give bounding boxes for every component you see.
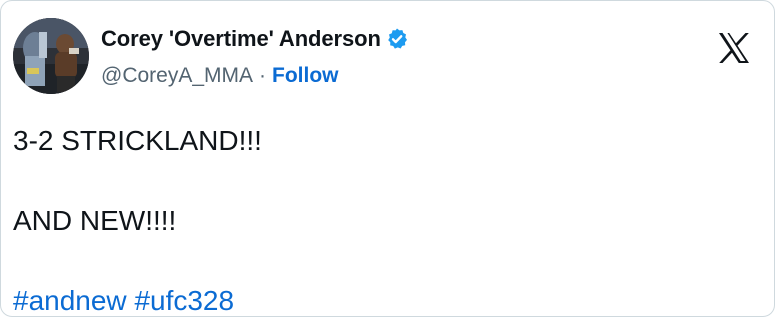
author-display-name[interactable]: Corey 'Overtime' Anderson — [101, 26, 381, 52]
tweet-text-line-2: AND NEW!!!! — [13, 205, 177, 236]
hashtag-row: #andnew #ufc328 — [13, 281, 762, 321]
hashtag-andnew[interactable]: #andnew — [13, 285, 127, 316]
author-info: Corey 'Overtime' Anderson @CoreyA_MMA · … — [101, 24, 702, 91]
author-handle[interactable]: @CoreyA_MMA — [101, 64, 253, 88]
tweet-header: Corey 'Overtime' Anderson @CoreyA_MMA · … — [13, 18, 762, 100]
hashtag-ufc328[interactable]: #ufc328 — [134, 285, 234, 316]
author-handle-row: @CoreyA_MMA · Follow — [101, 61, 702, 91]
avatar[interactable] — [13, 18, 89, 94]
tweet-text-line-1: 3-2 STRICKLAND!!! — [13, 125, 262, 156]
tweet-card: Corey 'Overtime' Anderson @CoreyA_MMA · … — [0, 0, 775, 317]
tweet-text: 3-2 STRICKLAND!!! AND NEW!!!! #andnew #u… — [13, 121, 762, 321]
verified-badge-icon — [385, 27, 409, 51]
x-logo-icon[interactable] — [714, 28, 754, 68]
author-name-row: Corey 'Overtime' Anderson — [101, 24, 702, 54]
avatar-photo-icon — [13, 18, 89, 94]
separator-dot: · — [259, 64, 267, 87]
follow-button[interactable]: Follow — [272, 64, 339, 88]
